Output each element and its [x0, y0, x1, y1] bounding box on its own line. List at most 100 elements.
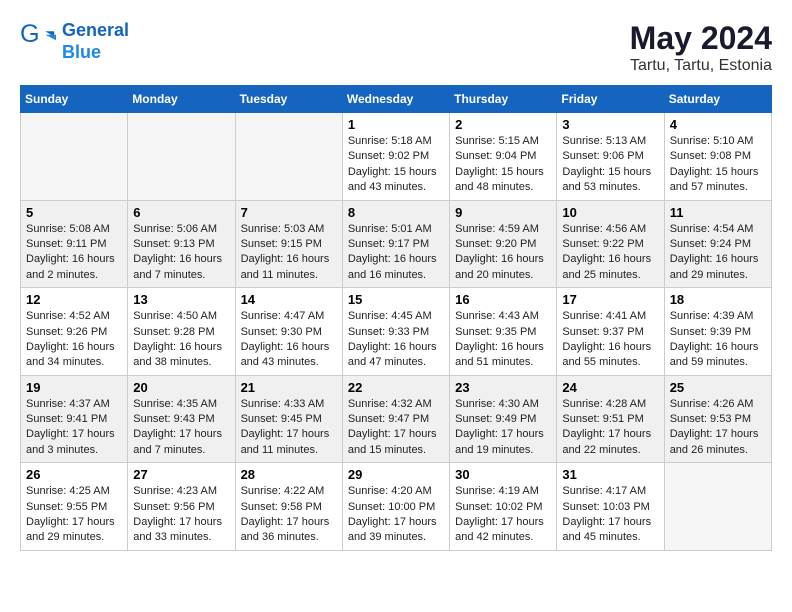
weekday-header-sunday: Sunday: [21, 86, 128, 113]
day-number: 23: [455, 380, 551, 395]
day-info: Sunrise: 5:01 AM Sunset: 9:17 PM Dayligh…: [348, 222, 444, 284]
calendar-cell: 10 Sunrise: 4:56 AM Sunset: 9:22 PM Dayli…: [557, 200, 664, 288]
calendar-cell: 29 Sunrise: 4:20 AM Sunset: 10:00 PM Dayl…: [342, 463, 449, 551]
calendar-cell: 7Sunrise: 5:03 AM Sunset: 9:15 PM Daylig…: [235, 200, 342, 288]
day-number: 16: [455, 292, 551, 307]
calendar-cell: [235, 113, 342, 201]
day-info: Sunrise: 5:08 AM Sunset: 9:11 PM Dayligh…: [26, 222, 122, 284]
calendar-cell: 1 Sunrise: 5:18 AM Sunset: 9:02 PM Daylig…: [342, 113, 449, 201]
calendar-cell: 28 Sunrise: 4:22 AM Sunset: 9:58 PM Dayli…: [235, 463, 342, 551]
weekday-header-tuesday: Tuesday: [235, 86, 342, 113]
calendar-table: SundayMondayTuesdayWednesdayThursdayFrid…: [20, 85, 772, 551]
day-number: 22: [348, 380, 444, 395]
day-number: 18: [670, 292, 766, 307]
location-title: Tartu, Tartu, Estonia: [630, 57, 772, 75]
day-info: Sunrise: 5:13 AM Sunset: 9:06 PM Dayligh…: [562, 134, 658, 196]
day-info: Sunrise: 4:37 AM Sunset: 9:41 PM Dayligh…: [26, 397, 122, 459]
calendar-cell: 16 Sunrise: 4:43 AM Sunset: 9:35 PM Dayli…: [450, 288, 557, 376]
weekday-header-monday: Monday: [128, 86, 235, 113]
logo-text: General Blue: [62, 20, 129, 63]
day-info: Sunrise: 4:32 AM Sunset: 9:47 PM Dayligh…: [348, 397, 444, 459]
title-section: May 2024 Tartu, Tartu, Estonia: [630, 20, 772, 75]
day-info: Sunrise: 5:06 AM Sunset: 9:13 PM Dayligh…: [133, 222, 229, 284]
day-number: 19: [26, 380, 122, 395]
day-number: 15: [348, 292, 444, 307]
weekday-header-friday: Friday: [557, 86, 664, 113]
day-number: 25: [670, 380, 766, 395]
day-number: 10: [562, 205, 658, 220]
calendar-cell: 4 Sunrise: 5:10 AM Sunset: 9:08 PM Daylig…: [664, 113, 771, 201]
day-number: 17: [562, 292, 658, 307]
calendar-cell: 19 Sunrise: 4:37 AM Sunset: 9:41 PM Dayli…: [21, 375, 128, 463]
calendar-cell: 3 Sunrise: 5:13 AM Sunset: 9:06 PM Daylig…: [557, 113, 664, 201]
day-number: 7: [241, 205, 337, 220]
weekday-header-wednesday: Wednesday: [342, 86, 449, 113]
day-number: 5: [26, 205, 122, 220]
day-info: Sunrise: 4:56 AM Sunset: 9:22 PM Dayligh…: [562, 222, 658, 284]
calendar-cell: 6 Sunrise: 5:06 AM Sunset: 9:13 PM Daylig…: [128, 200, 235, 288]
day-number: 21: [241, 380, 337, 395]
day-info: Sunrise: 4:35 AM Sunset: 9:43 PM Dayligh…: [133, 397, 229, 459]
day-info: Sunrise: 4:30 AM Sunset: 9:49 PM Dayligh…: [455, 397, 551, 459]
day-info: Sunrise: 4:52 AM Sunset: 9:26 PM Dayligh…: [26, 309, 122, 371]
day-info: Sunrise: 4:25 AM Sunset: 9:55 PM Dayligh…: [26, 484, 122, 546]
calendar-week-row: 5 Sunrise: 5:08 AM Sunset: 9:11 PM Daylig…: [21, 200, 772, 288]
month-title: May 2024: [630, 20, 772, 57]
day-info: Sunrise: 4:54 AM Sunset: 9:24 PM Dayligh…: [670, 222, 766, 284]
calendar-cell: 18Sunrise: 4:39 AM Sunset: 9:39 PM Dayli…: [664, 288, 771, 376]
calendar-cell: [664, 463, 771, 551]
day-number: 12: [26, 292, 122, 307]
calendar-cell: 14 Sunrise: 4:47 AM Sunset: 9:30 PM Dayli…: [235, 288, 342, 376]
calendar-cell: 25Sunrise: 4:26 AM Sunset: 9:53 PM Dayli…: [664, 375, 771, 463]
calendar-week-row: 26Sunrise: 4:25 AM Sunset: 9:55 PM Dayli…: [21, 463, 772, 551]
logo-icon: G: [20, 24, 56, 60]
day-info: Sunrise: 4:33 AM Sunset: 9:45 PM Dayligh…: [241, 397, 337, 459]
day-number: 14: [241, 292, 337, 307]
calendar-cell: 8 Sunrise: 5:01 AM Sunset: 9:17 PM Daylig…: [342, 200, 449, 288]
day-number: 1: [348, 117, 444, 132]
day-number: 6: [133, 205, 229, 220]
day-number: 13: [133, 292, 229, 307]
day-info: Sunrise: 4:28 AM Sunset: 9:51 PM Dayligh…: [562, 397, 658, 459]
day-number: 30: [455, 467, 551, 482]
calendar-cell: 27 Sunrise: 4:23 AM Sunset: 9:56 PM Dayli…: [128, 463, 235, 551]
calendar-cell: 26Sunrise: 4:25 AM Sunset: 9:55 PM Dayli…: [21, 463, 128, 551]
day-number: 4: [670, 117, 766, 132]
calendar-cell: 2Sunrise: 5:15 AM Sunset: 9:04 PM Daylig…: [450, 113, 557, 201]
day-info: Sunrise: 4:59 AM Sunset: 9:20 PM Dayligh…: [455, 222, 551, 284]
day-info: Sunrise: 4:23 AM Sunset: 9:56 PM Dayligh…: [133, 484, 229, 546]
calendar-week-row: 12 Sunrise: 4:52 AM Sunset: 9:26 PM Dayli…: [21, 288, 772, 376]
day-number: 28: [241, 467, 337, 482]
calendar-cell: 12 Sunrise: 4:52 AM Sunset: 9:26 PM Dayli…: [21, 288, 128, 376]
day-number: 3: [562, 117, 658, 132]
day-number: 27: [133, 467, 229, 482]
weekday-header-saturday: Saturday: [664, 86, 771, 113]
day-number: 24: [562, 380, 658, 395]
svg-text:G: G: [20, 24, 40, 48]
calendar-cell: 31Sunrise: 4:17 AM Sunset: 10:03 PM Dayl…: [557, 463, 664, 551]
calendar-week-row: 1 Sunrise: 5:18 AM Sunset: 9:02 PM Daylig…: [21, 113, 772, 201]
day-number: 9: [455, 205, 551, 220]
day-info: Sunrise: 4:20 AM Sunset: 10:00 PM Daylig…: [348, 484, 444, 546]
calendar-cell: 11Sunrise: 4:54 AM Sunset: 9:24 PM Dayli…: [664, 200, 771, 288]
day-info: Sunrise: 4:43 AM Sunset: 9:35 PM Dayligh…: [455, 309, 551, 371]
day-info: Sunrise: 4:19 AM Sunset: 10:02 PM Daylig…: [455, 484, 551, 546]
calendar-cell: 13 Sunrise: 4:50 AM Sunset: 9:28 PM Dayli…: [128, 288, 235, 376]
day-info: Sunrise: 5:10 AM Sunset: 9:08 PM Dayligh…: [670, 134, 766, 196]
calendar-cell: 5 Sunrise: 5:08 AM Sunset: 9:11 PM Daylig…: [21, 200, 128, 288]
day-info: Sunrise: 5:18 AM Sunset: 9:02 PM Dayligh…: [348, 134, 444, 196]
calendar-cell: 23 Sunrise: 4:30 AM Sunset: 9:49 PM Dayli…: [450, 375, 557, 463]
calendar-header-row: SundayMondayTuesdayWednesdayThursdayFrid…: [21, 86, 772, 113]
page-header: G General Blue May 2024 Tartu, Tartu, Es…: [20, 20, 772, 75]
day-info: Sunrise: 4:45 AM Sunset: 9:33 PM Dayligh…: [348, 309, 444, 371]
day-number: 8: [348, 205, 444, 220]
calendar-cell: 22 Sunrise: 4:32 AM Sunset: 9:47 PM Dayli…: [342, 375, 449, 463]
calendar-cell: [128, 113, 235, 201]
day-info: Sunrise: 4:22 AM Sunset: 9:58 PM Dayligh…: [241, 484, 337, 546]
day-info: Sunrise: 4:47 AM Sunset: 9:30 PM Dayligh…: [241, 309, 337, 371]
calendar-cell: [21, 113, 128, 201]
calendar-cell: 9 Sunrise: 4:59 AM Sunset: 9:20 PM Daylig…: [450, 200, 557, 288]
day-info: Sunrise: 4:50 AM Sunset: 9:28 PM Dayligh…: [133, 309, 229, 371]
day-number: 29: [348, 467, 444, 482]
calendar-cell: 17Sunrise: 4:41 AM Sunset: 9:37 PM Dayli…: [557, 288, 664, 376]
